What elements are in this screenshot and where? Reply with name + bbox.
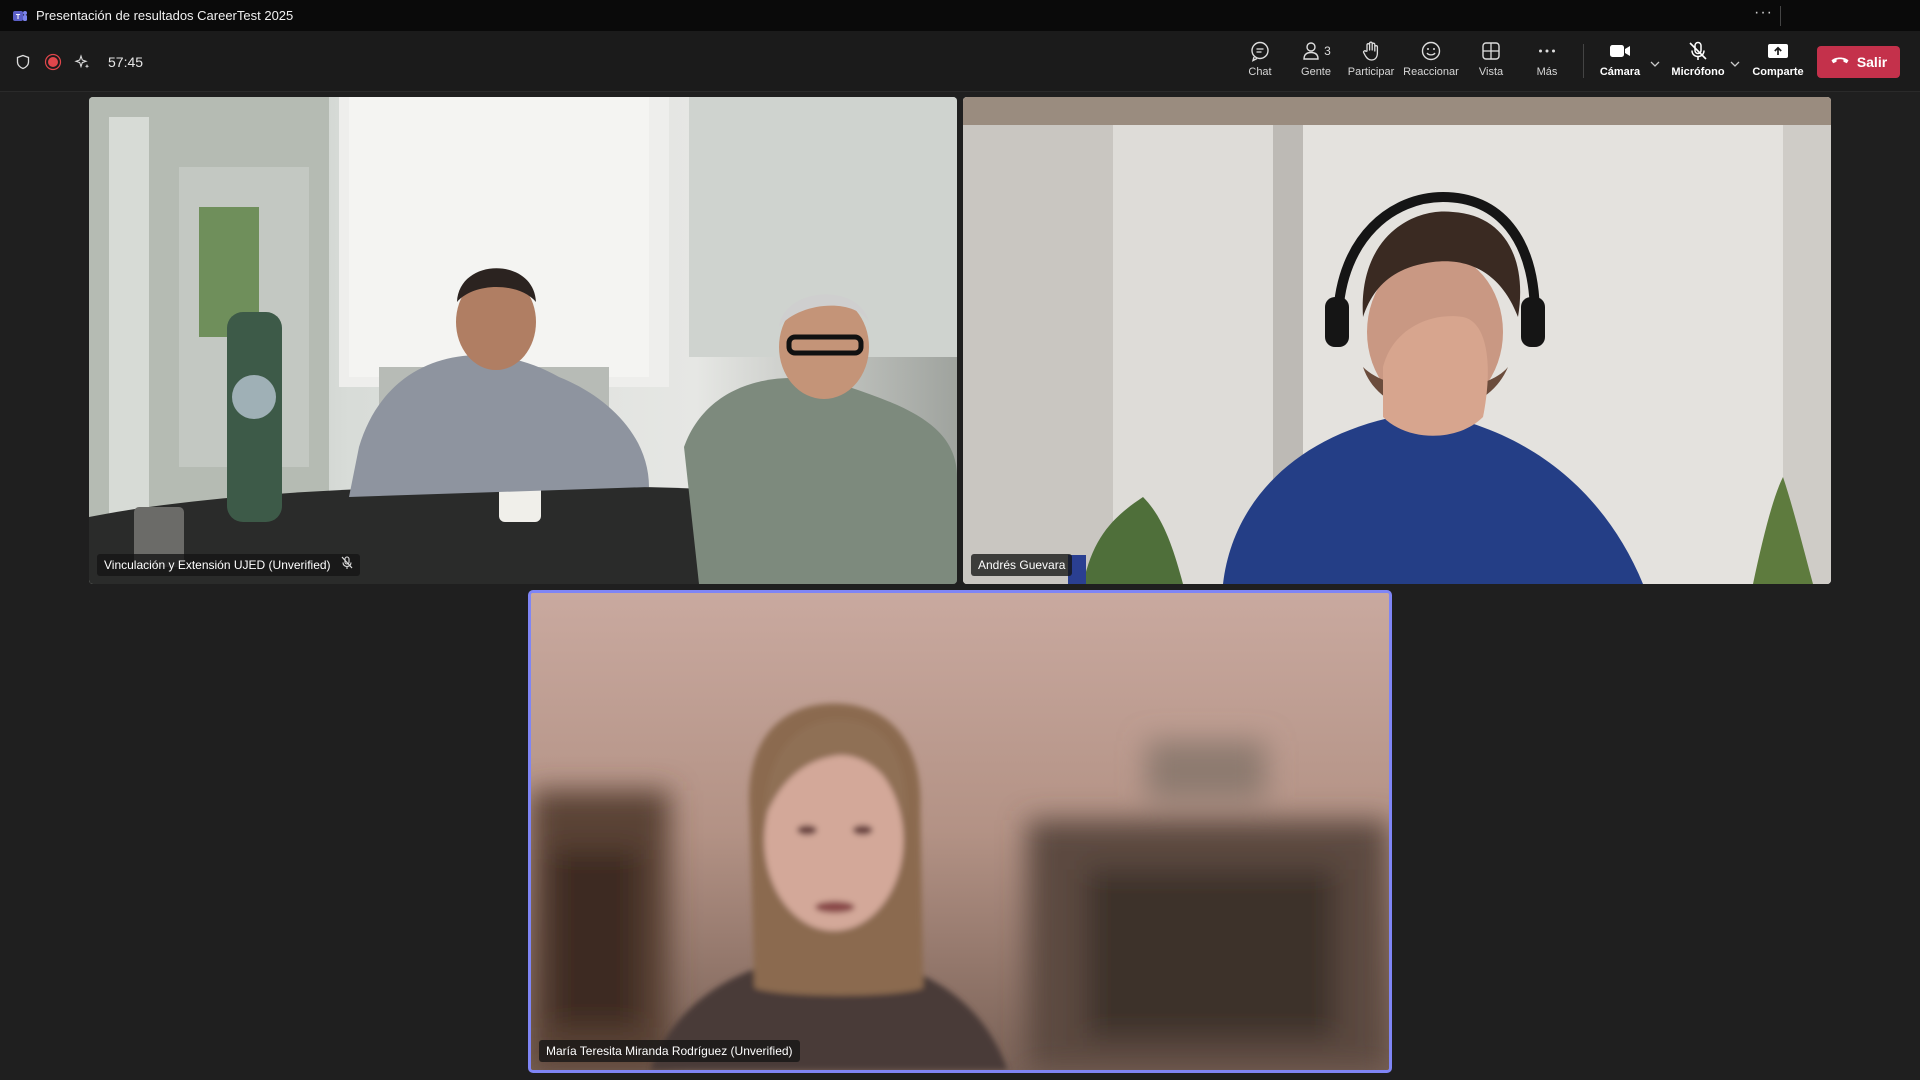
microphone-options-chevron-icon[interactable] (1728, 57, 1742, 71)
toolbar-divider (1583, 44, 1584, 78)
meeting-status: 57:45 (14, 31, 143, 92)
window-more-icon[interactable]: ··· (1754, 4, 1773, 22)
people-icon: 3 (1301, 39, 1331, 63)
react-button[interactable]: Reaccionar (1403, 39, 1459, 85)
participant-name-tag: Vinculación y Extensión UJED (Unverified… (97, 554, 360, 576)
titlebar-divider (1780, 6, 1781, 26)
title-bar: T Presentación de resultados CareerTest … (0, 0, 1920, 31)
more-label: Más (1536, 66, 1558, 78)
react-label: Reaccionar (1403, 66, 1459, 78)
participant-name: Andrés Guevara (978, 558, 1066, 572)
view-label: Vista (1478, 66, 1504, 78)
meeting-toolbar: 57:45 Chat 3 Gente Participar Reaccionar… (0, 31, 1920, 92)
microphone-button[interactable]: Micrófono (1670, 39, 1726, 85)
view-button[interactable]: Vista (1463, 39, 1519, 85)
video-tile-active-speaker[interactable]: María Teresita Miranda Rodríguez (Unveri… (528, 590, 1392, 1073)
participant-name-tag: María Teresita Miranda Rodríguez (Unveri… (539, 1040, 800, 1062)
chat-button[interactable]: Chat (1232, 39, 1288, 85)
teams-logo-icon: T (13, 10, 27, 21)
video-feed (89, 97, 957, 584)
hang-up-icon (1830, 53, 1850, 71)
participant-name-tag: Andrés Guevara (971, 554, 1073, 576)
share-screen-icon (1766, 39, 1790, 63)
raise-hand-label: Participar (1347, 66, 1395, 78)
video-tile[interactable]: Vinculación y Extensión UJED (Unverified… (89, 97, 957, 584)
shield-icon[interactable] (14, 53, 32, 71)
people-label: Gente (1301, 66, 1331, 78)
emoji-icon (1420, 39, 1442, 63)
grid-view-icon (1480, 39, 1502, 63)
raise-hand-button[interactable]: Participar (1343, 39, 1399, 85)
video-tile[interactable]: Andrés Guevara (963, 97, 1831, 584)
participant-name: Vinculación y Extensión UJED (Unverified… (104, 558, 331, 572)
window-title: Presentación de resultados CareerTest 20… (36, 8, 294, 23)
people-count: 3 (1324, 44, 1331, 58)
share-button[interactable]: Comparte (1750, 39, 1806, 85)
mic-muted-icon (341, 555, 353, 575)
share-label: Comparte (1752, 66, 1804, 78)
meeting-timer: 57:45 (108, 53, 144, 70)
recording-icon[interactable] (44, 53, 62, 71)
raise-hand-icon (1360, 39, 1382, 63)
mic-off-icon (1687, 39, 1709, 63)
video-feed (531, 593, 1389, 1070)
people-button[interactable]: 3 Gente (1288, 39, 1344, 85)
camera-options-chevron-icon[interactable] (1648, 57, 1662, 71)
leave-label: Salir (1856, 54, 1888, 70)
camera-button[interactable]: Cámara (1592, 39, 1648, 85)
video-feed (963, 97, 1831, 584)
leave-button[interactable]: Salir (1817, 46, 1900, 78)
camera-label: Cámara (1599, 66, 1641, 78)
chat-icon (1249, 39, 1271, 63)
svg-text:T: T (16, 14, 21, 21)
sparkle-icon[interactable] (74, 53, 92, 71)
participant-name: María Teresita Miranda Rodríguez (Unveri… (546, 1044, 793, 1058)
chat-label: Chat (1248, 66, 1272, 78)
more-button[interactable]: Más (1519, 39, 1575, 85)
camera-icon (1608, 39, 1632, 63)
more-horizontal-icon (1536, 39, 1558, 63)
microphone-label: Micrófono (1671, 66, 1725, 78)
